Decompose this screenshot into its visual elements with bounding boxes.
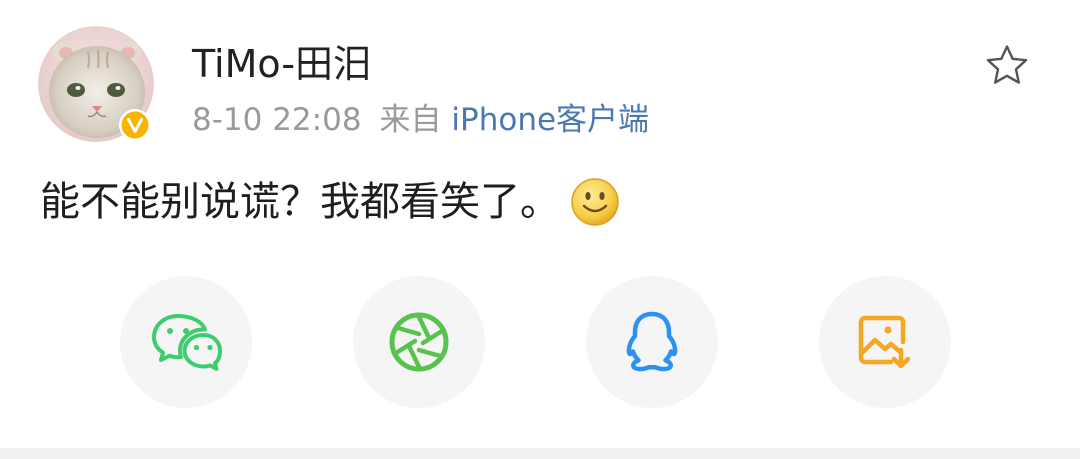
post-text: 能不能别说谎？我都看笑了。 — [40, 179, 560, 225]
post-content: 能不能别说谎？我都看笑了。 — [40, 174, 620, 230]
favorite-star-icon[interactable] — [983, 42, 1031, 90]
save-image-button[interactable] — [819, 276, 951, 408]
save-image-icon — [858, 315, 911, 369]
share-moments-button[interactable] — [353, 276, 485, 408]
avatar-container[interactable] — [38, 26, 154, 142]
weibo-post-card: TiMo-田汨 8-10 22:08 来自 iPhone客户端 能不能别说谎？我都… — [0, 0, 1080, 448]
qq-icon — [626, 311, 678, 372]
moments-icon — [389, 312, 449, 372]
bottom-divider — [0, 448, 1080, 459]
post-meta: 8-10 22:08 来自 iPhone客户端 — [192, 98, 649, 142]
post-source-link[interactable]: iPhone客户端 — [451, 102, 649, 138]
share-qq-button[interactable] — [586, 276, 718, 408]
verified-badge-icon — [119, 109, 151, 141]
username[interactable]: TiMo-田汨 — [192, 38, 371, 90]
post-timestamp: 8-10 22:08 — [192, 102, 362, 138]
smile-emoji-icon — [571, 178, 619, 226]
source-prefix: 来自 — [379, 102, 442, 138]
wechat-icon — [152, 314, 222, 371]
share-wechat-button[interactable] — [120, 276, 252, 408]
